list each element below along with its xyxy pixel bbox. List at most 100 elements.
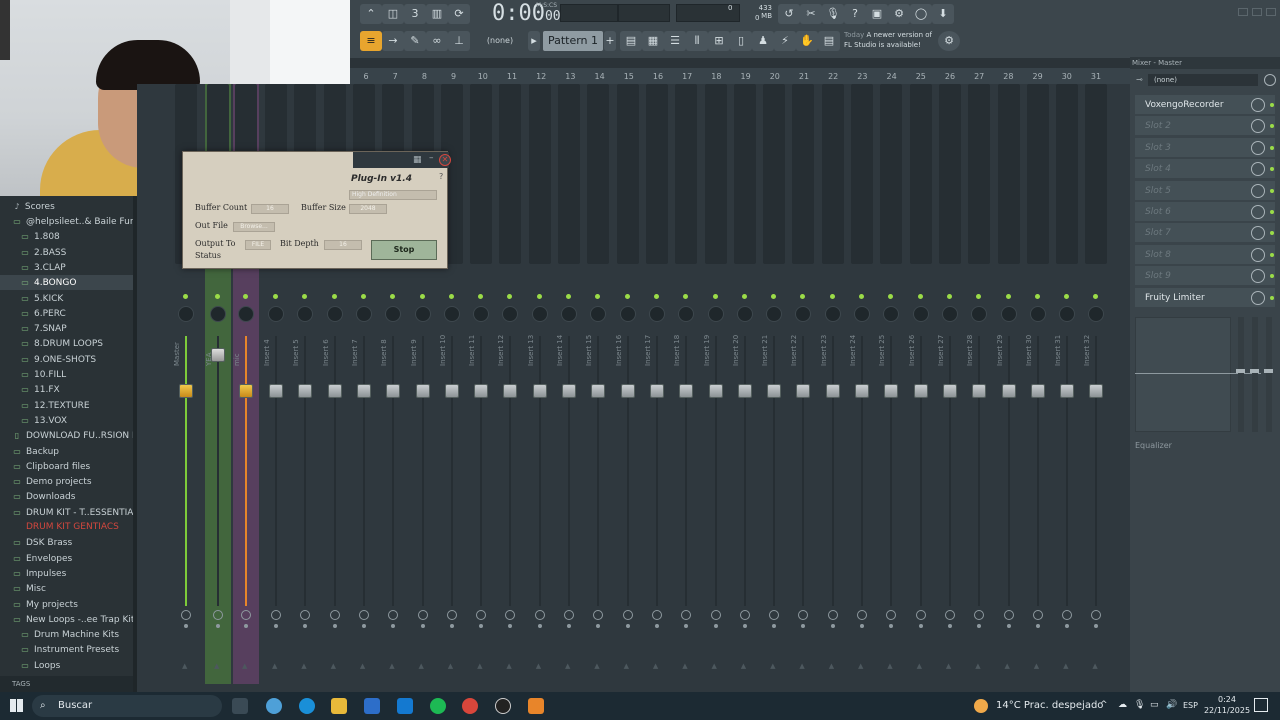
strip-led[interactable] <box>859 294 864 299</box>
browser-header[interactable]: ♪ Scores <box>0 199 137 214</box>
slot-mix-knob[interactable] <box>1251 162 1265 177</box>
eq-fader-handle[interactable] <box>1250 369 1259 373</box>
pan-knob[interactable] <box>824 306 841 322</box>
taskbar-clock[interactable]: 0:24 22/11/2025 <box>1203 694 1251 716</box>
copilot-icon[interactable] <box>266 698 282 714</box>
undo-icon[interactable]: ↺ <box>778 4 800 24</box>
strip-led[interactable] <box>829 294 835 299</box>
browser-item[interactable]: ▭ @helpsileet..& Baile Funk) <box>0 214 137 229</box>
route-dot[interactable] <box>684 624 689 628</box>
effect-slot[interactable]: Slot 3 <box>1135 136 1275 157</box>
strip-led[interactable] <box>419 294 425 299</box>
browser-item[interactable]: ▭ Backup <box>0 444 137 459</box>
route-arrow-icon[interactable]: ▲ <box>858 662 866 670</box>
route-arrow-icon[interactable]: ▲ <box>829 662 837 670</box>
stereo-knob[interactable] <box>446 610 457 620</box>
stereo-knob[interactable] <box>564 610 574 620</box>
edge-icon[interactable] <box>299 698 315 714</box>
strip-led[interactable] <box>243 294 248 299</box>
route-arrow-icon[interactable]: ▲ <box>682 662 690 670</box>
buffer-count-field[interactable]: 16 <box>251 204 289 214</box>
chrome-icon[interactable] <box>462 698 478 714</box>
eq-fader[interactable] <box>1238 317 1244 432</box>
browser-tags[interactable]: TAGS <box>0 676 137 692</box>
volume-fader[interactable] <box>415 384 430 398</box>
pan-knob[interactable] <box>355 306 372 322</box>
pencil-icon[interactable]: ✎ <box>404 31 426 51</box>
eq-fader[interactable] <box>1266 317 1272 432</box>
browser-item[interactable]: ▭ Downloads <box>0 489 137 504</box>
route-dot[interactable] <box>889 624 894 628</box>
route-arrow-icon[interactable]: ▲ <box>214 662 222 670</box>
help-icon[interactable]: ? <box>844 4 866 24</box>
strip-led[interactable] <box>653 294 659 299</box>
stereo-knob[interactable] <box>974 610 985 620</box>
equalizer-display[interactable] <box>1135 317 1231 432</box>
pan-knob[interactable] <box>736 306 753 322</box>
stereo-knob[interactable] <box>213 610 223 620</box>
route-dot[interactable] <box>977 624 982 628</box>
pan-knob[interactable] <box>473 306 490 322</box>
strip-led[interactable] <box>331 294 337 299</box>
volume-fader[interactable] <box>532 384 547 398</box>
plugin-minimize-icon[interactable]: – <box>429 153 434 163</box>
route-arrow-icon[interactable]: ▲ <box>624 662 632 670</box>
browser-item[interactable]: ▭ 10.FILL <box>0 367 137 382</box>
route-arrow-icon[interactable]: ▲ <box>448 662 456 670</box>
route-arrow-icon[interactable]: ▲ <box>1063 662 1071 670</box>
pan-knob[interactable] <box>531 306 548 322</box>
strip-led[interactable] <box>1005 294 1011 299</box>
slot-led[interactable] <box>1270 188 1274 193</box>
browser-item[interactable]: ▭ Clipboard files <box>0 459 137 474</box>
eq-fader-handle[interactable] <box>1264 369 1273 373</box>
effect-slot[interactable]: Slot 5 <box>1135 179 1275 200</box>
cloud-icon[interactable]: ☁ <box>1118 700 1127 710</box>
strip-led[interactable] <box>712 294 718 299</box>
stereo-knob[interactable] <box>681 610 692 620</box>
metronome-icon[interactable]: ⌃ <box>360 4 382 24</box>
slot-led[interactable] <box>1270 231 1274 236</box>
midi-icon[interactable]: ⚙ <box>888 4 910 24</box>
store-icon[interactable] <box>364 698 380 714</box>
stereo-knob[interactable] <box>710 610 721 620</box>
stereo-knob[interactable] <box>1062 610 1073 620</box>
mic-tray-icon[interactable]: 🎙 <box>1134 700 1145 710</box>
eq-fader-handle[interactable] <box>1236 369 1245 373</box>
pan-knob[interactable] <box>443 306 460 322</box>
route-arrow-icon[interactable]: ▲ <box>1034 662 1042 670</box>
volume-fader[interactable] <box>855 384 869 398</box>
stereo-knob[interactable] <box>388 610 399 620</box>
mixer-strip[interactable]: Insert 15 ▲ <box>585 84 611 684</box>
stereo-knob[interactable] <box>651 610 662 620</box>
plugin-titlebar[interactable] <box>353 152 449 168</box>
slot-mix-knob[interactable] <box>1251 205 1265 219</box>
browser-item[interactable]: DRUM KIT GENTIACS <box>0 520 137 535</box>
route-dot[interactable] <box>860 624 864 628</box>
stereo-knob[interactable] <box>622 610 633 620</box>
volume-icon[interactable]: 🔊 <box>1166 700 1177 710</box>
plugin-close-icon[interactable]: ✕ <box>439 154 451 166</box>
news-panel[interactable]: Today A newer version of FL Studio is av… <box>844 30 940 54</box>
fl-studio-icon[interactable] <box>528 698 544 714</box>
stereo-knob[interactable] <box>593 610 604 620</box>
stereo-knob[interactable] <box>505 610 516 620</box>
slot-mix-knob[interactable] <box>1251 183 1265 198</box>
mixer-strip[interactable]: Insert 19 ▲ <box>703 84 729 684</box>
mixer-strip[interactable]: Insert 18 ▲ <box>673 84 699 684</box>
route-dot[interactable] <box>391 624 396 628</box>
slot-mix-knob[interactable] <box>1251 98 1265 112</box>
eq-fader[interactable] <box>1252 317 1258 432</box>
route-dot[interactable] <box>1065 624 1070 628</box>
volume-fader[interactable] <box>825 384 840 398</box>
effect-slot[interactable]: Slot 8 <box>1135 243 1275 264</box>
stereo-knob[interactable] <box>358 610 369 620</box>
task-view-icon[interactable] <box>232 698 248 714</box>
weather-icon[interactable] <box>974 699 988 713</box>
route-dot[interactable] <box>216 624 220 628</box>
strip-led[interactable] <box>1034 294 1040 299</box>
stereo-knob[interactable] <box>300 610 311 620</box>
strip-led[interactable] <box>741 294 747 299</box>
volume-fader[interactable] <box>737 384 752 398</box>
route-dot[interactable] <box>947 624 952 628</box>
mixer-strip[interactable]: Insert 27 ▲ <box>937 84 963 684</box>
